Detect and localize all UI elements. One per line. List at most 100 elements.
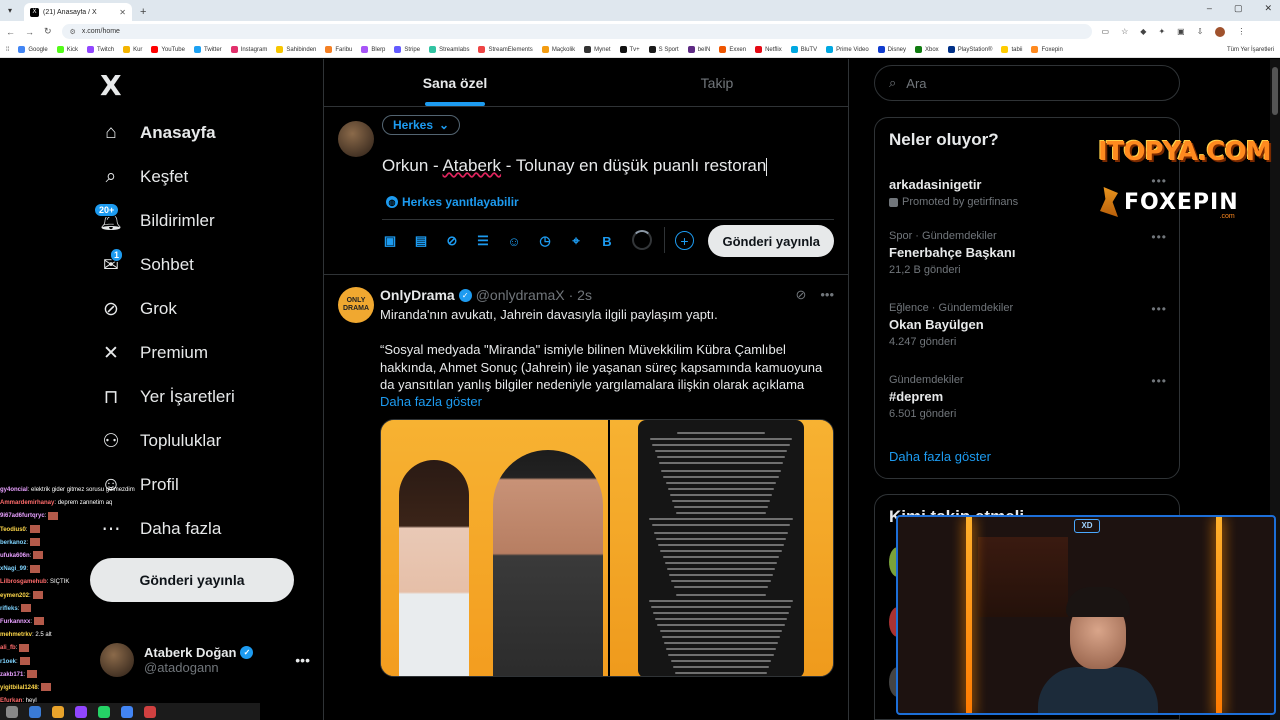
new-tab-button[interactable]: + <box>140 3 146 21</box>
download-icon[interactable]: ⇩ <box>1197 27 1204 37</box>
reply-setting-button[interactable]: ◍ Herkes yanıtlayabilir <box>386 195 519 209</box>
tab-list-icon[interactable]: ▾ <box>0 0 20 21</box>
sidebar-item-grok[interactable]: ⊘ Grok <box>100 287 177 331</box>
trend-item[interactable]: Gündemdekiler #deprem 6.501 gönderi ••• <box>889 374 1167 420</box>
bookmark-item[interactable]: tabii <box>1001 46 1022 53</box>
taskbar-app-icon[interactable] <box>121 705 133 718</box>
bookmark-item[interactable]: Twitter <box>193 46 222 53</box>
browser-tab[interactable]: X (21) Anasayfa / X ✕ <box>24 3 132 21</box>
taskbar-app-icon[interactable] <box>98 705 110 718</box>
poll-icon[interactable]: ☰ <box>475 233 491 249</box>
compose-textarea[interactable]: Orkun - Ataberk - Tolunay en düşük puanl… <box>382 156 768 176</box>
audience-selector[interactable]: Herkes ⌄ <box>382 115 461 135</box>
trend-more-icon[interactable]: ••• <box>1151 374 1167 388</box>
bookmark-item[interactable]: BluTV <box>790 46 817 53</box>
profile-avatar-icon[interactable] <box>1215 26 1226 37</box>
location-icon[interactable]: ⌖ <box>568 233 584 249</box>
add-post-icon[interactable]: + <box>675 231 694 250</box>
bookmark-item[interactable]: Sahibinden <box>276 46 316 53</box>
trend-more-icon[interactable]: ••• <box>1151 302 1167 316</box>
taskbar-app-icon[interactable] <box>144 705 156 718</box>
bookmark-item[interactable]: Exxen <box>719 46 746 53</box>
bookmark-item[interactable]: beIN <box>687 46 710 53</box>
show-more-trends-link[interactable]: Daha fazla göster <box>889 449 991 464</box>
sidebar-item-home[interactable]: ⌂ Anasayfa <box>100 111 215 155</box>
sidebar-item-explore[interactable]: ⌕ Keşfet <box>100 155 189 199</box>
url-field[interactable]: ⚙ x.com/home <box>61 24 1092 39</box>
bookmark-item[interactable]: Stripe <box>394 46 420 53</box>
sidebar-item-bookmarks[interactable]: ⊓ Yer İşaretleri <box>100 375 235 419</box>
taskbar-app-icon[interactable] <box>52 705 64 718</box>
schedule-icon[interactable]: ◷ <box>537 233 553 249</box>
cast-icon[interactable]: ▭ <box>1102 27 1110 37</box>
avatar[interactable]: ONLY DRAMA <box>338 287 374 323</box>
search-input[interactable]: ⌕ Ara <box>874 65 1180 101</box>
grok-icon[interactable]: ⊘ <box>444 233 460 249</box>
minimize-icon[interactable]: – <box>1207 3 1212 14</box>
extensions-puzzle-icon[interactable]: ✦ <box>1158 27 1165 37</box>
bookmark-item[interactable]: Kur <box>123 46 142 53</box>
sidebar-item-notifications[interactable]: 🔔︎ 20+ Bildirimler <box>94 199 215 243</box>
bookmark-item[interactable]: Twitch <box>87 46 114 53</box>
tweet-author-name[interactable]: OnlyDrama <box>380 287 455 303</box>
tweet-author-handle[interactable]: @onlydramaX <box>476 287 565 303</box>
bookmark-item[interactable]: Foxepin <box>1031 46 1063 53</box>
post-button[interactable]: Gönderi yayınla <box>708 225 834 257</box>
bookmark-item[interactable]: Mynet <box>584 46 611 53</box>
trend-item[interactable]: Eğlence · Gündemdekiler Okan Bayülgen 4.… <box>889 302 1167 348</box>
bookmark-item[interactable]: Kick <box>56 46 78 53</box>
close-window-icon[interactable]: ✕ <box>1264 3 1272 14</box>
bold-icon[interactable]: B <box>599 233 615 249</box>
taskbar-app-icon[interactable] <box>6 705 18 718</box>
tweet-time[interactable]: · 2s <box>569 287 592 303</box>
close-tab-icon[interactable]: ✕ <box>119 8 126 17</box>
media-icon[interactable]: ▣ <box>382 233 398 249</box>
tab-for-you[interactable]: Sana özel <box>324 59 586 106</box>
bookmark-item[interactable]: Google <box>18 46 48 53</box>
bookmark-item[interactable]: Instagram <box>230 46 267 53</box>
tab-following[interactable]: Takip <box>586 59 848 106</box>
sidepanel-icon[interactable]: ▣ <box>1177 27 1185 37</box>
bookmark-item[interactable]: Tv+ <box>619 46 640 53</box>
show-more-link[interactable]: Daha fazla göster <box>380 394 834 409</box>
forward-icon[interactable]: → <box>25 27 34 37</box>
tweet[interactable]: ONLY DRAMA OnlyDrama ✓ @onlydramaX · 2s … <box>324 275 848 677</box>
reload-icon[interactable]: ↻ <box>44 26 52 37</box>
sidebar-item-communities[interactable]: ⚇ Topluluklar <box>100 419 221 463</box>
bookmark-item[interactable]: Faribu <box>325 46 352 53</box>
bookmark-item[interactable]: PlayStation® <box>947 46 992 53</box>
account-more-icon[interactable]: ••• <box>295 652 310 668</box>
emoji-icon[interactable]: ☺ <box>506 233 522 249</box>
scrollbar-thumb[interactable] <box>1272 67 1278 115</box>
bookmark-item[interactable]: Maçkolik <box>541 46 575 53</box>
sidebar-item-premium[interactable]: ✕ Premium <box>100 331 208 375</box>
site-info-icon[interactable]: ⚙ <box>70 28 76 36</box>
bookmark-item[interactable]: Netflix <box>755 46 782 53</box>
bookmark-item[interactable]: Disney <box>877 46 906 53</box>
sidebar-item-messages[interactable]: ✉ 1 Sohbet <box>100 243 194 287</box>
bookmark-item[interactable]: S Sport <box>648 46 679 53</box>
x-logo-icon[interactable]: X <box>100 69 122 102</box>
bookmark-item[interactable]: Xbox <box>915 46 939 53</box>
taskbar-app-icon[interactable] <box>29 705 41 718</box>
maximize-icon[interactable]: ▢ <box>1234 3 1243 14</box>
bookmark-item[interactable]: Streamlabs <box>429 46 469 53</box>
apps-grid-icon[interactable]: ⁞⁞ <box>6 47 9 53</box>
bookmark-item[interactable]: StreamElements <box>478 46 533 53</box>
browser-menu-icon[interactable]: ⋮ <box>1237 27 1245 37</box>
tweet-media[interactable] <box>380 418 834 677</box>
extension-icon[interactable]: ◆ <box>1140 27 1146 37</box>
bookmark-star-icon[interactable]: ☆ <box>1121 27 1128 37</box>
bookmark-item[interactable]: YouTube <box>151 46 185 53</box>
bookmark-item[interactable]: Prime Video <box>826 46 869 53</box>
back-icon[interactable]: ← <box>6 27 15 37</box>
taskbar-app-icon[interactable] <box>75 705 87 718</box>
grok-icon[interactable]: ⊘ <box>795 287 806 303</box>
all-bookmarks-button[interactable]: Tüm Yer İşaretleri <box>1227 47 1274 53</box>
bookmark-item[interactable]: Blerp <box>361 46 385 53</box>
tweet-more-icon[interactable]: ••• <box>820 287 834 303</box>
trend-more-icon[interactable]: ••• <box>1151 230 1167 244</box>
gif-icon[interactable]: ▤ <box>413 233 429 249</box>
trend-item[interactable]: Spor · Gündemdekiler Fenerbahçe Başkanı … <box>889 230 1167 276</box>
trend-more-icon[interactable]: ••• <box>1151 174 1167 188</box>
